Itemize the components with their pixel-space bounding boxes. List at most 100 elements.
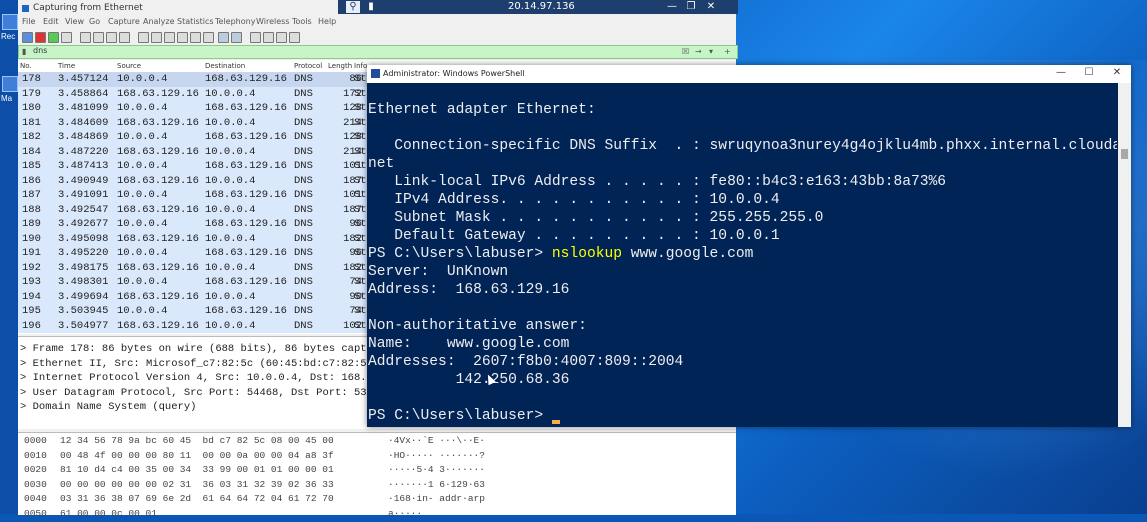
close-icon[interactable]: ✕ xyxy=(1106,67,1128,81)
find-packet-icon[interactable] xyxy=(138,32,149,43)
hex-ascii[interactable]: ·HO····· ·······? xyxy=(388,450,485,465)
hex-bytes[interactable]: 03 31 36 38 07 69 6e 2d 61 64 64 72 04 6… xyxy=(60,493,334,508)
recent-filters-icon[interactable]: ▾ xyxy=(709,47,713,56)
detail-tree-item[interactable]: > Domain Name System (query) xyxy=(20,401,196,416)
resize-columns-icon[interactable] xyxy=(289,32,300,43)
packet-cell-time: 3.484869 xyxy=(58,131,108,143)
reload-icon[interactable] xyxy=(119,32,130,43)
column-source[interactable]: Source xyxy=(117,62,141,70)
go-to-packet-icon[interactable] xyxy=(177,32,188,43)
console-text: Link-local IPv6 Address . . . . . : fe80… xyxy=(368,174,946,190)
packet-cell-dst: 168.63.129.16 xyxy=(205,102,287,114)
hex-bytes[interactable]: 00 00 00 00 00 00 02 31 36 03 31 32 39 0… xyxy=(60,479,334,494)
menu-wireless[interactable]: Wireless xyxy=(256,17,289,26)
first-packet-icon[interactable] xyxy=(190,32,201,43)
powershell-window: Administrator: Windows PowerShell — ☐ ✕ … xyxy=(367,65,1131,427)
menu-tools[interactable]: Tools xyxy=(292,17,312,26)
detail-tree-item[interactable]: > User Datagram Protocol, Src Port: 5446… xyxy=(20,387,367,402)
hex-ascii[interactable]: ·4Vx··`E ···\··E· xyxy=(388,435,485,450)
start-capture-icon[interactable] xyxy=(22,32,33,43)
pin-icon[interactable]: ⚲ xyxy=(346,1,360,13)
console-line: Server: UnKnown xyxy=(368,263,508,281)
minimize-remote-icon[interactable]: — xyxy=(665,1,679,13)
hex-bytes[interactable]: 00 48 4f 00 00 00 80 11 00 00 0a 00 00 0… xyxy=(60,450,334,465)
packet-cell-src: 168.63.129.16 xyxy=(117,204,199,216)
packet-cell-no: 190 xyxy=(22,233,41,245)
menu-view[interactable]: View xyxy=(65,17,84,26)
menu-telephony[interactable]: Telephony xyxy=(215,17,255,26)
hex-ascii[interactable]: ·····5·4 3······· xyxy=(388,464,485,479)
restart-capture-icon[interactable] xyxy=(48,32,59,43)
display-filter-bar[interactable]: ▮ dns ☒ → ▾ + xyxy=(18,45,738,59)
menu-file[interactable]: File xyxy=(22,17,35,26)
capture-options-icon[interactable] xyxy=(61,32,72,43)
console-text: Ethernet adapter Ethernet: xyxy=(368,102,596,118)
go-back-icon[interactable] xyxy=(151,32,162,43)
bookmark-icon[interactable]: ▮ xyxy=(22,47,26,56)
column-info[interactable]: Info xyxy=(354,62,367,70)
console-output[interactable]: Ethernet adapter Ethernet: Connection-sp… xyxy=(367,83,1117,427)
console-line: PS C:\Users\labuser> nslookup www.google… xyxy=(368,245,753,263)
close-remote-icon[interactable]: ✕ xyxy=(704,1,718,13)
packet-cell-no: 191 xyxy=(22,247,41,259)
restore-remote-icon[interactable]: ❐ xyxy=(684,1,698,13)
packet-cell-time: 3.492547 xyxy=(58,204,108,216)
packet-cell-info: St xyxy=(354,204,367,216)
colorize-icon[interactable] xyxy=(231,32,242,43)
packet-cell-time: 3.504977 xyxy=(58,320,108,332)
last-packet-icon[interactable] xyxy=(203,32,214,43)
add-filter-button[interactable]: + xyxy=(724,47,731,56)
packet-cell-time: 3.481099 xyxy=(58,102,108,114)
vertical-scrollbar[interactable] xyxy=(1118,83,1131,427)
hex-ascii[interactable]: ·······1 6·129·63 xyxy=(388,479,485,494)
maximize-icon[interactable]: ☐ xyxy=(1078,67,1100,81)
hex-bytes[interactable]: 61 00 00 0c 00 01 xyxy=(60,508,157,522)
packet-cell-time: 3.495098 xyxy=(58,233,108,245)
menu-edit[interactable]: Edit xyxy=(43,17,59,26)
zoom-out-icon[interactable] xyxy=(263,32,274,43)
display-filter-input[interactable]: dns xyxy=(33,46,47,55)
autoscroll-icon[interactable] xyxy=(218,32,229,43)
stop-capture-icon[interactable] xyxy=(35,32,46,43)
packet-cell-time: 3.503945 xyxy=(58,305,108,317)
hex-bytes[interactable]: 81 10 d4 c4 00 35 00 34 33 99 00 01 01 0… xyxy=(60,464,334,479)
detail-tree-item[interactable]: > Ethernet II, Src: Microsof_c7:82:5c (6… xyxy=(20,358,385,373)
detail-tree-item[interactable]: > Frame 178: 86 bytes on wire (688 bits)… xyxy=(20,343,379,358)
packet-cell-dst: 168.63.129.16 xyxy=(205,247,287,259)
packet-cell-src: 10.0.0.4 xyxy=(117,131,167,143)
open-file-icon[interactable] xyxy=(80,32,91,43)
scrollbar-thumb[interactable] xyxy=(1121,149,1128,159)
packet-cell-proto: DNS xyxy=(294,276,313,288)
packet-cell-no: 179 xyxy=(22,88,41,100)
menu-help[interactable]: Help xyxy=(318,17,336,26)
save-file-icon[interactable] xyxy=(93,32,104,43)
go-forward-icon[interactable] xyxy=(164,32,175,43)
hex-ascii[interactable]: a····· xyxy=(388,508,422,522)
hex-bytes[interactable]: 12 34 56 78 9a bc 60 45 bd c7 82 5c 08 0… xyxy=(60,435,334,450)
menu-analyze[interactable]: Analyze xyxy=(143,17,175,26)
column-length[interactable]: Length xyxy=(328,62,352,70)
detail-tree-item[interactable]: > Internet Protocol Version 4, Src: 10.0… xyxy=(20,372,385,387)
shark-fin-icon xyxy=(22,5,29,12)
hex-offset: 0030 xyxy=(24,479,47,494)
column-no[interactable]: No. xyxy=(20,62,32,70)
close-file-icon[interactable] xyxy=(106,32,117,43)
zoom-in-icon[interactable] xyxy=(250,32,261,43)
hex-ascii[interactable]: ·168·in- addr·arp xyxy=(388,493,485,508)
packet-bytes-pane[interactable]: 000012 34 56 78 9a bc 60 45 bd c7 82 5c … xyxy=(18,432,736,515)
column-time[interactable]: Time xyxy=(58,62,75,70)
edge-icon[interactable] xyxy=(2,76,18,92)
column-protocol[interactable]: Protocol xyxy=(294,62,322,70)
column-destination[interactable]: Destination xyxy=(205,62,245,70)
minimize-icon[interactable]: — xyxy=(1050,67,1072,81)
console-line: Addresses: 2607:f8b0:4007:809::2004 xyxy=(368,353,683,371)
zoom-normal-icon[interactable] xyxy=(276,32,287,43)
menu-statistics[interactable]: Statistics xyxy=(177,17,214,26)
clear-filter-icon[interactable]: ☒ xyxy=(682,47,689,56)
recycle-bin-icon[interactable] xyxy=(2,14,18,30)
packet-cell-src: 10.0.0.4 xyxy=(117,160,167,172)
apply-filter-icon[interactable]: → xyxy=(695,47,702,56)
hex-offset: 0040 xyxy=(24,493,47,508)
menu-capture[interactable]: Capture xyxy=(108,17,140,26)
menu-go[interactable]: Go xyxy=(89,17,100,26)
